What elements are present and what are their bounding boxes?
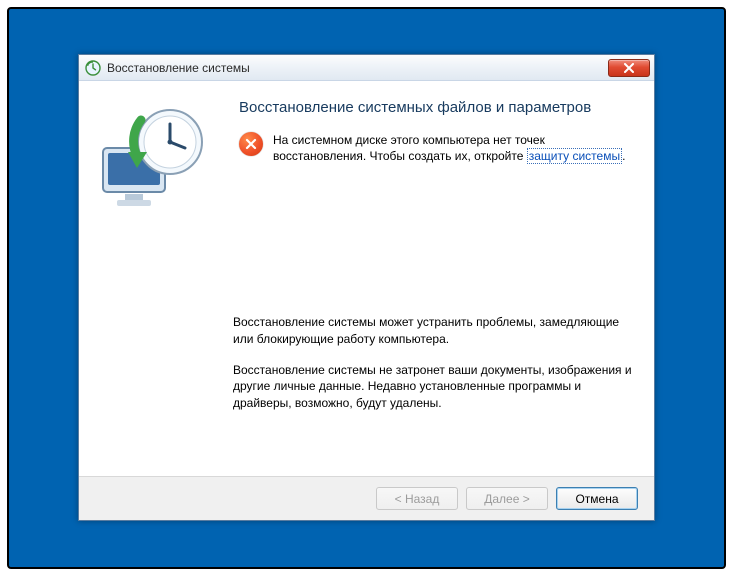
description-para-1: Восстановление системы может устранить п…	[233, 314, 633, 348]
system-restore-graphic-icon	[95, 102, 215, 218]
titlebar: Восстановление системы	[79, 55, 654, 81]
wizard-main: Восстановление системных файлов и параме…	[239, 98, 636, 476]
desktop-background: Восстановление системы	[7, 7, 726, 569]
error-icon	[239, 132, 263, 156]
wizard-content: Восстановление системных файлов и параме…	[79, 82, 654, 476]
next-button: Далее >	[466, 487, 548, 510]
description-para-2: Восстановление системы не затронет ваши …	[233, 362, 633, 412]
error-text-prefix: На системном диске этого компьютера нет …	[273, 133, 545, 163]
page-heading: Восстановление системных файлов и параме…	[239, 98, 636, 118]
error-text: На системном диске этого компьютера нет …	[273, 132, 636, 164]
error-text-suffix: .	[622, 149, 625, 163]
back-button: < Назад	[376, 487, 458, 510]
description-block: Восстановление системы может устранить п…	[233, 314, 633, 426]
cancel-button[interactable]: Отмена	[556, 487, 638, 510]
wizard-sidebar	[79, 82, 231, 476]
system-restore-icon	[85, 60, 101, 76]
system-restore-window: Восстановление системы	[78, 54, 655, 521]
close-icon	[623, 63, 635, 73]
error-message: На системном диске этого компьютера нет …	[239, 132, 636, 164]
system-protection-link[interactable]: защиту системы	[527, 148, 622, 164]
close-button[interactable]	[608, 59, 650, 77]
wizard-footer: < Назад Далее > Отмена	[79, 476, 654, 520]
window-title: Восстановление системы	[107, 61, 608, 75]
